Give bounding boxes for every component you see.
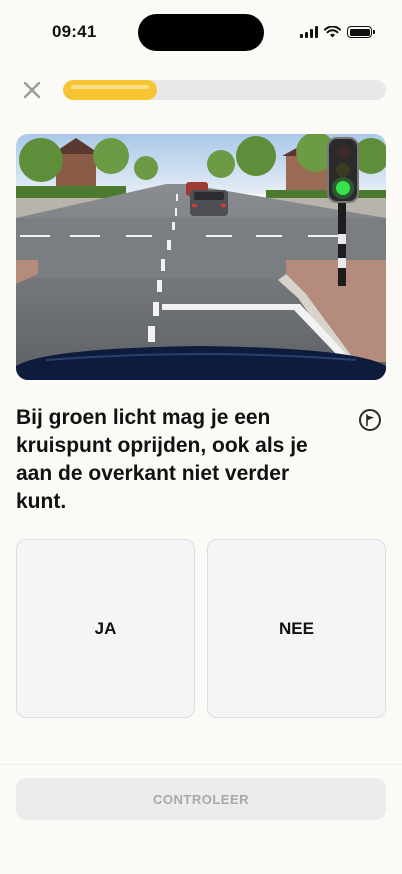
close-button[interactable] [20, 78, 44, 102]
answer-no-label: NEE [279, 618, 314, 638]
battery-icon [347, 26, 375, 38]
progress-fill [63, 80, 157, 100]
wifi-icon [324, 26, 341, 38]
flag-icon [366, 414, 374, 426]
question-image [16, 134, 386, 380]
signal-icon [300, 26, 318, 38]
status-time: 09:41 [52, 22, 97, 41]
status-icons [300, 25, 375, 39]
progress-bar [63, 80, 386, 100]
answer-yes-label: JA [94, 618, 117, 638]
question-text: Bij groen licht mag je een kruispunt opr… [16, 406, 308, 513]
check-button[interactable]: CONTROLEER [16, 778, 386, 820]
answer-no-button[interactable]: NEE [207, 539, 386, 718]
report-button[interactable] [359, 409, 381, 431]
answer-yes-button[interactable]: JA [16, 539, 195, 718]
close-icon [23, 81, 41, 99]
check-button-label: CONTROLEER [153, 791, 249, 807]
dynamic-island [138, 14, 264, 51]
status-bar: 09:41 [0, 0, 402, 62]
footer-divider [0, 764, 402, 765]
